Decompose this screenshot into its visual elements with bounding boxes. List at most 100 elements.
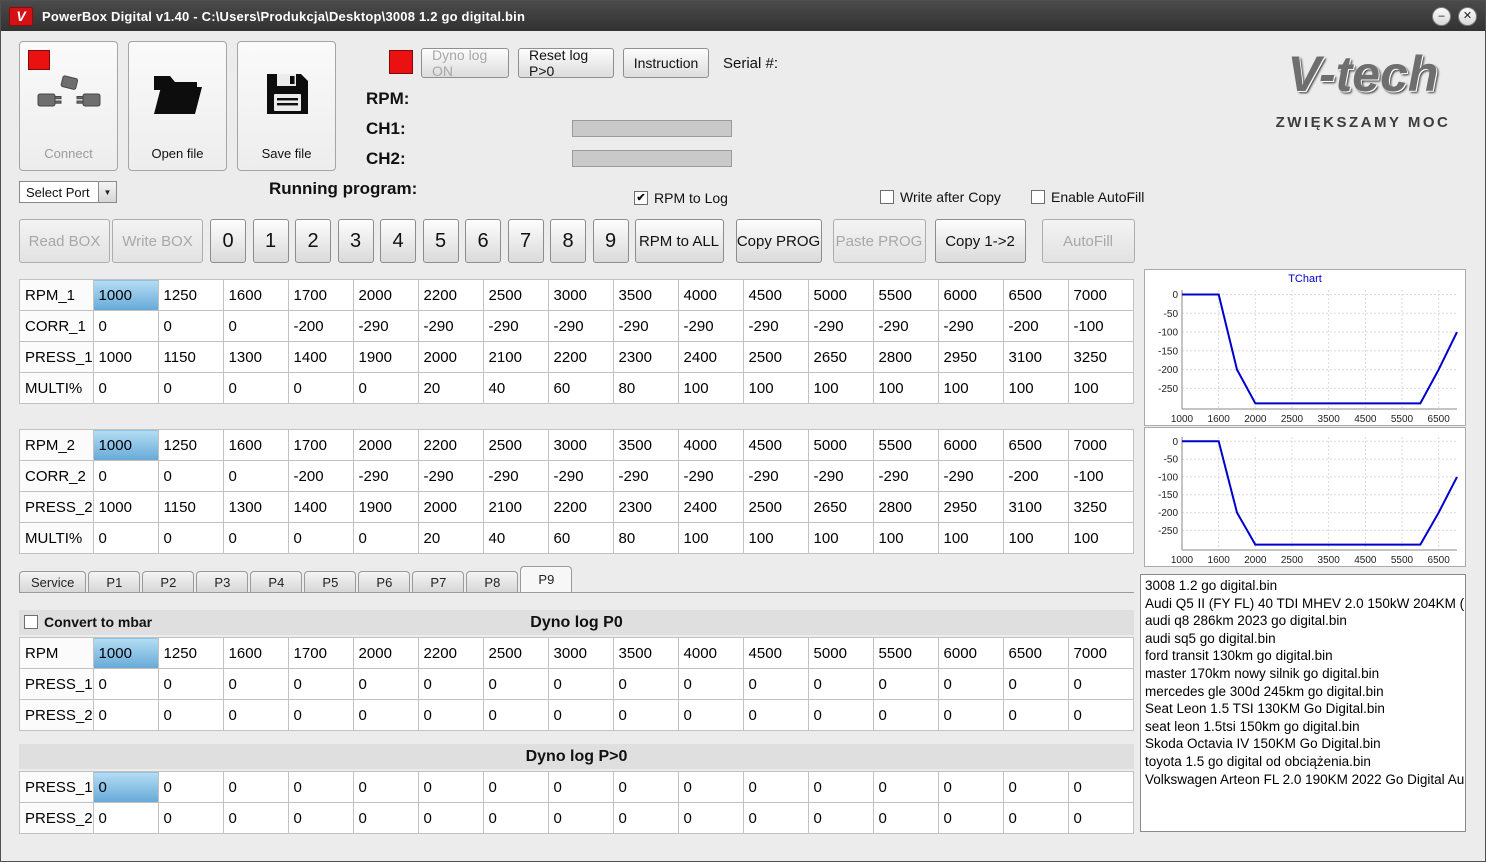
cell[interactable]: 0 <box>352 771 419 803</box>
cell[interactable]: -200 <box>1002 310 1069 342</box>
cell[interactable]: 0 <box>157 522 224 554</box>
cell[interactable]: 0 <box>612 802 679 834</box>
cell[interactable]: 0 <box>1002 668 1069 700</box>
cell[interactable]: 1000 <box>92 341 159 373</box>
cell[interactable]: 0 <box>92 522 159 554</box>
cell[interactable]: 0 <box>742 802 809 834</box>
cell[interactable]: 0 <box>677 699 744 731</box>
file-item[interactable]: audi sq5 go digital.bin <box>1145 630 1465 648</box>
cell[interactable]: 0 <box>157 771 224 803</box>
cell[interactable]: 20 <box>417 372 484 404</box>
cell[interactable]: 0 <box>92 802 159 834</box>
checkbox-box[interactable] <box>24 615 38 629</box>
cell[interactable]: 1000 <box>92 279 159 311</box>
file-item[interactable]: master 170km nowy silnik go digital.bin <box>1145 665 1465 683</box>
digit-button-4[interactable]: 4 <box>380 219 416 263</box>
cell[interactable]: 6500 <box>1002 279 1069 311</box>
cell[interactable]: -290 <box>417 310 484 342</box>
close-button[interactable]: ✕ <box>1458 6 1477 26</box>
cell[interactable]: -290 <box>937 310 1004 342</box>
cell[interactable]: 2300 <box>612 491 679 523</box>
cell[interactable]: 0 <box>352 668 419 700</box>
cell[interactable]: 5500 <box>872 637 939 669</box>
cell[interactable]: 0 <box>1067 699 1134 731</box>
cell[interactable]: 2500 <box>482 637 549 669</box>
cell[interactable]: 100 <box>677 522 744 554</box>
cell[interactable]: 100 <box>807 372 874 404</box>
cell[interactable]: 0 <box>222 699 289 731</box>
digit-button-8[interactable]: 8 <box>550 219 586 263</box>
cell[interactable]: 0 <box>287 522 354 554</box>
cell[interactable]: 1400 <box>287 491 354 523</box>
cell[interactable]: 2000 <box>417 491 484 523</box>
tab-p7[interactable]: P7 <box>412 571 465 592</box>
cell[interactable]: 0 <box>482 771 549 803</box>
cell[interactable]: 4000 <box>677 637 744 669</box>
cell[interactable]: 0 <box>92 699 159 731</box>
cell[interactable]: 1300 <box>222 341 289 373</box>
read-box-button[interactable]: Read BOX <box>19 219 110 263</box>
file-item[interactable]: ford transit 130km go digital.bin <box>1145 647 1465 665</box>
cell[interactable]: 4000 <box>677 429 744 461</box>
cell[interactable]: 2000 <box>352 637 419 669</box>
cell[interactable]: 0 <box>352 802 419 834</box>
cell[interactable]: 0 <box>222 310 289 342</box>
cell[interactable]: 6000 <box>937 279 1004 311</box>
cell[interactable]: 0 <box>222 460 289 492</box>
checkbox-box[interactable]: ✔ <box>634 191 648 205</box>
cell[interactable]: 0 <box>482 802 549 834</box>
cell[interactable]: -100 <box>1067 460 1134 492</box>
cell[interactable]: 20 <box>417 522 484 554</box>
cell[interactable]: 0 <box>287 771 354 803</box>
cell[interactable]: 0 <box>352 699 419 731</box>
cell[interactable]: 0 <box>612 771 679 803</box>
cell[interactable]: 0 <box>677 802 744 834</box>
cell[interactable]: 5000 <box>807 637 874 669</box>
cell[interactable]: 0 <box>287 699 354 731</box>
cell[interactable]: 0 <box>92 310 159 342</box>
cell[interactable]: 100 <box>1002 522 1069 554</box>
cell[interactable]: 0 <box>222 372 289 404</box>
file-item[interactable]: Volkswagen Arteon FL 2.0 190KM 2022 Go D… <box>1145 771 1465 789</box>
cell[interactable]: 2500 <box>482 279 549 311</box>
connect-button[interactable]: Connect <box>19 41 118 171</box>
cell[interactable]: 100 <box>937 522 1004 554</box>
cell[interactable]: -290 <box>417 460 484 492</box>
cell[interactable]: 2200 <box>417 637 484 669</box>
cell[interactable]: 6000 <box>937 637 1004 669</box>
digit-button-0[interactable]: 0 <box>210 219 246 263</box>
cell[interactable]: -290 <box>612 460 679 492</box>
cell[interactable]: -290 <box>807 310 874 342</box>
cell[interactable]: 0 <box>872 771 939 803</box>
cell[interactable]: 0 <box>92 771 159 803</box>
cell[interactable]: 0 <box>547 699 614 731</box>
cell[interactable]: 3250 <box>1067 341 1134 373</box>
cell[interactable]: 0 <box>222 668 289 700</box>
cell[interactable]: 60 <box>547 372 614 404</box>
cell[interactable]: -290 <box>742 310 809 342</box>
tab-p3[interactable]: P3 <box>196 571 249 592</box>
convert-to-mbar-checkbox[interactable]: Convert to mbar <box>24 614 152 630</box>
cell[interactable]: 1000 <box>92 637 159 669</box>
cell[interactable]: 4500 <box>742 279 809 311</box>
reset-log-button[interactable]: Reset log P>0 <box>518 47 614 79</box>
cell[interactable]: 0 <box>547 771 614 803</box>
cell[interactable]: 1900 <box>352 491 419 523</box>
cell[interactable]: -290 <box>742 460 809 492</box>
tab-p9[interactable]: P9 <box>520 566 573 592</box>
file-item[interactable]: audi q8 286km 2023 go digital.bin <box>1145 612 1465 630</box>
cell[interactable]: 2800 <box>872 341 939 373</box>
file-item[interactable]: Skoda Octavia IV 150KM Go Digital.bin <box>1145 735 1465 753</box>
cell[interactable]: 0 <box>807 668 874 700</box>
cell[interactable]: -290 <box>872 460 939 492</box>
open-file-button[interactable]: Open file <box>128 41 227 171</box>
cell[interactable]: 0 <box>872 668 939 700</box>
digit-button-3[interactable]: 3 <box>337 219 374 263</box>
cell[interactable]: 0 <box>807 802 874 834</box>
cell[interactable]: 0 <box>547 668 614 700</box>
cell[interactable]: -200 <box>287 310 354 342</box>
tab-service[interactable]: Service <box>19 571 87 592</box>
cell[interactable]: 0 <box>352 522 419 554</box>
cell[interactable]: 0 <box>612 699 679 731</box>
copy-1-to-2-button[interactable]: Copy 1->2 <box>934 219 1026 263</box>
